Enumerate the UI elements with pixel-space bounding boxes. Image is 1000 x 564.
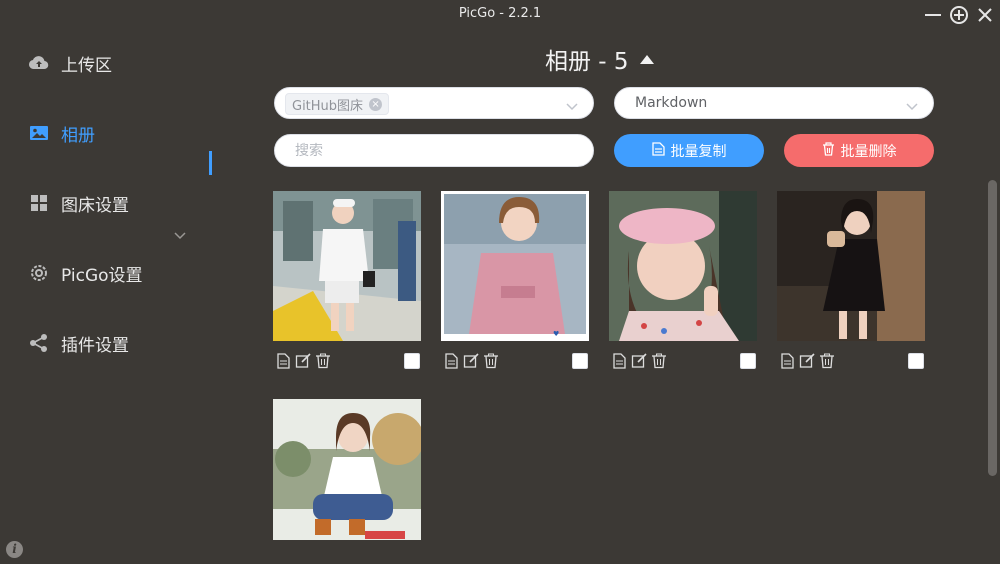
sidebar-item-label: 图床设置 [61,195,129,216]
sidebar-item-upload[interactable]: 上传区 [28,48,218,78]
sidebar-item-gallery[interactable]: 相册 [28,118,218,148]
copy-icon[interactable] [442,352,460,370]
chevron-down-icon[interactable] [173,226,187,245]
image-icon [28,122,50,144]
sidebar-item-image-host-settings[interactable]: 图床设置 [28,188,218,218]
gallery-photo[interactable] [609,191,757,341]
batch-copy-label: 批量复制 [670,143,727,160]
edit-icon[interactable] [462,352,480,370]
sidebar-item-plugin-settings[interactable]: 插件设置 [28,328,218,358]
info-icon[interactable]: i [6,541,23,558]
copy-icon[interactable] [778,352,796,370]
sidebar: 上传区 相册 图床设置 PicGo设置 插件设置 [0,30,240,564]
filter-tag: GitHub图床 × [285,93,390,115]
trash-icon [822,141,835,160]
format-value: Markdown [635,95,708,111]
sidebar-item-label: PicGo设置 [61,265,143,286]
sidebar-item-picgo-settings[interactable]: PicGo设置 [28,258,218,288]
chevron-down-icon [905,97,919,116]
batch-delete-label: 批量删除 [840,143,897,160]
tag-close-icon[interactable]: × [369,97,383,111]
image-host-select[interactable]: GitHub图床 × [274,87,594,119]
minimize-icon[interactable] [922,4,944,26]
album-count-title: 相册 - 5 [545,49,629,75]
delete-icon[interactable] [482,352,500,370]
share-icon [28,332,50,354]
select-checkbox[interactable] [908,353,924,369]
copy-icon[interactable] [274,352,292,370]
delete-icon[interactable] [818,352,836,370]
document-icon [651,141,665,160]
gallery-photo[interactable] [273,191,421,341]
paste-format-select[interactable]: Markdown [614,87,934,119]
batch-copy-button[interactable]: 批量复制 [614,134,764,167]
chevron-down-icon [565,97,579,116]
edit-icon[interactable] [294,352,312,370]
delete-icon[interactable] [314,352,332,370]
window-title: PicGo - 2.2.1 [458,6,542,21]
select-checkbox[interactable] [404,353,420,369]
copy-icon[interactable] [610,352,628,370]
cloud-upload-icon [28,52,50,74]
select-checkbox[interactable] [740,353,756,369]
photo-actions [442,352,500,372]
photo-actions [610,352,668,372]
grid-icon [28,192,50,214]
photo-actions [778,352,836,372]
vertical-scrollbar[interactable] [988,180,997,476]
delete-icon[interactable] [650,352,668,370]
caret-up-icon[interactable] [639,46,655,72]
gallery-photo[interactable]: ♥ [441,191,589,341]
maximize-icon[interactable] [948,4,970,26]
active-indicator [209,151,212,175]
edit-icon[interactable] [630,352,648,370]
close-icon[interactable] [974,4,996,26]
search-input[interactable] [274,134,594,167]
sidebar-item-label: 相册 [61,125,95,146]
svg-text:♥: ♥ [553,330,559,338]
gallery-photo[interactable] [273,399,421,540]
gallery-photo[interactable] [777,191,925,341]
filter-tag-label: GitHub图床 [292,98,364,114]
select-checkbox[interactable] [572,353,588,369]
sidebar-item-label: 插件设置 [61,335,129,356]
sidebar-item-label: 上传区 [61,55,112,76]
batch-delete-button[interactable]: 批量删除 [784,134,934,167]
title-bar: PicGo - 2.2.1 [0,0,1000,30]
page-title: 相册 - 5 [545,42,655,76]
gear-icon [28,262,50,284]
edit-icon[interactable] [798,352,816,370]
photo-actions [274,352,332,372]
